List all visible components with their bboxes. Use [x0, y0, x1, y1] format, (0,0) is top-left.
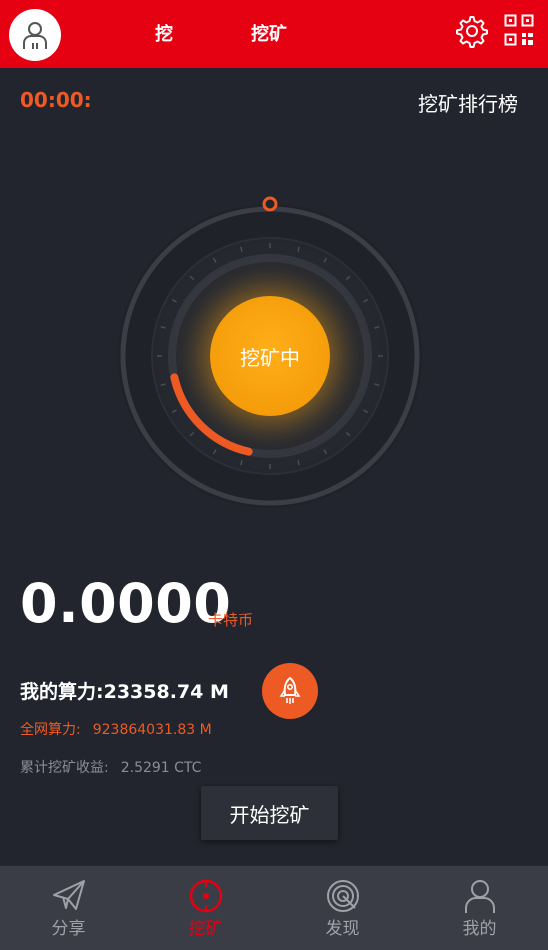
top-bar: 挖 挖矿 — [0, 0, 548, 68]
mining-target-icon — [189, 879, 222, 913]
header-tab-1[interactable]: 挖 — [155, 20, 173, 46]
paper-plane-icon — [52, 880, 85, 910]
qr-code-icon[interactable] — [504, 14, 534, 46]
cumulative-earnings-value: 2.5291 CTC — [120, 760, 202, 776]
nav-label-discover: 发现 — [325, 919, 360, 939]
network-hashrate-label: 全网算力: — [20, 722, 81, 738]
gear-icon[interactable] — [455, 14, 489, 48]
user-avatar-icon — [23, 22, 47, 49]
network-hashrate: 全网算力: 923864031.83 M — [20, 719, 212, 739]
ranking-link[interactable]: 挖矿排行榜 — [418, 88, 518, 117]
nav-item-mining[interactable]: 挖矿 — [137, 866, 274, 950]
mining-timer: 00:00: — [20, 88, 92, 112]
cumulative-earnings-label: 累计挖矿收益: — [20, 760, 109, 776]
boost-button[interactable] — [262, 663, 318, 719]
discover-spiral-icon — [326, 880, 359, 912]
balance-value: 0.0000 — [20, 572, 232, 635]
balance-unit: 卡特币 — [208, 611, 254, 629]
mining-status-button[interactable]: 挖矿中 — [210, 296, 330, 416]
dial-indicator-dot — [262, 196, 278, 212]
start-mining-button[interactable]: 开始挖矿 — [201, 786, 338, 840]
my-hashrate: 我的算力:23358.74 M — [20, 681, 229, 703]
rocket-icon — [279, 676, 301, 704]
nav-item-share[interactable]: 分享 — [0, 866, 137, 950]
header-tab-mining[interactable]: 挖矿 — [251, 20, 287, 46]
nav-item-profile[interactable]: 我的 — [411, 866, 548, 950]
avatar[interactable] — [9, 9, 61, 61]
cumulative-earnings: 累计挖矿收益: 2.5291 CTC — [20, 757, 201, 777]
nav-label-share: 分享 — [51, 919, 86, 939]
network-hashrate-value: 923864031.83 M — [92, 722, 212, 738]
nav-item-discover[interactable]: 发现 — [274, 866, 411, 950]
user-icon — [464, 880, 495, 913]
bottom-nav: 分享 挖矿 发现 我的 — [0, 866, 548, 950]
nav-label-profile: 我的 — [462, 919, 497, 939]
nav-label-mining: 挖矿 — [188, 919, 223, 939]
